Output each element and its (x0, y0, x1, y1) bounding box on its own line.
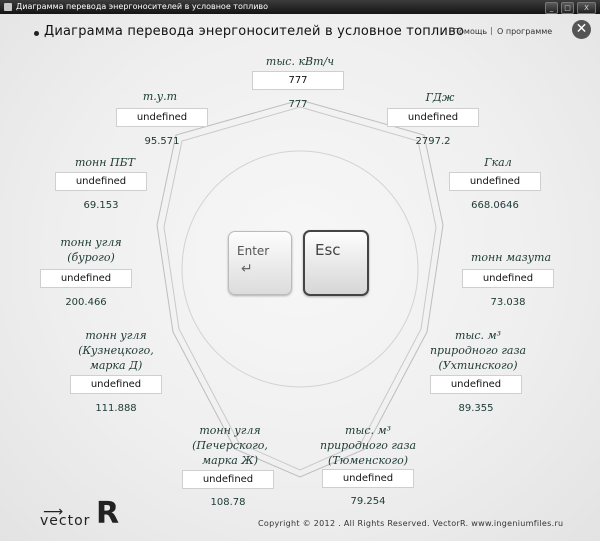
page-title: Диаграмма перевода энергоносителей в усл… (44, 24, 465, 39)
unit-value-gcal: 668.0646 (471, 200, 519, 211)
unit-input-kwh[interactable]: 777 (252, 71, 344, 90)
esc-key-button[interactable] (303, 230, 369, 296)
unit-label-coal-brown: тонн угля (бурого) (60, 236, 122, 264)
unit-input-coal-brown[interactable]: undefined (40, 269, 132, 288)
enter-key-label: Enter (237, 244, 270, 258)
unit-value-pbt: 69.153 (83, 200, 119, 211)
unit-input-gcal[interactable]: undefined (449, 172, 541, 191)
unit-value-fuel-oil: 73.038 (490, 297, 526, 308)
copyright-text: Copyright © 2012 . All Rights Reserved. … (258, 519, 564, 528)
unit-label-coal-kuznetsk: тонн угля (Кузнецкого, марка Д) (78, 329, 154, 372)
unit-value-gas-tyumen: 79.254 (350, 496, 386, 507)
unit-value-kwh: 777 (288, 99, 308, 110)
unit-input-coal-pechora[interactable]: undefined (182, 470, 274, 489)
unit-input-pbt[interactable]: undefined (55, 172, 147, 191)
unit-input-gj[interactable]: undefined (387, 108, 479, 127)
help-link[interactable]: Помощь (453, 27, 487, 36)
logo-r: R (96, 496, 120, 531)
inner-polygon (163, 106, 437, 471)
unit-value-coal-pechora: 108.78 (210, 497, 246, 508)
main-area: Диаграмма перевода энергоносителей в усл… (0, 14, 600, 541)
unit-value-coal-brown: 200.466 (65, 297, 107, 308)
about-link[interactable]: О программе (497, 27, 552, 36)
unit-input-gas-ukhta[interactable]: undefined (430, 375, 522, 394)
unit-label-gas-ukhta: тыс. м³ природного газа (Ухтинского) (429, 329, 527, 372)
close-icon[interactable]: ✕ (572, 20, 591, 39)
window-close-button[interactable]: X (577, 2, 596, 14)
unit-value-tut: 95.571 (144, 136, 180, 147)
maximize-button[interactable]: □ (561, 2, 574, 14)
unit-label-tut: т.у.т (142, 90, 178, 103)
unit-value-coal-kuznetsk: 111.888 (95, 403, 137, 414)
title-bullet (34, 31, 39, 36)
app-icon (4, 3, 12, 11)
app-window: Диаграмма перевода энергоносителей в усл… (0, 0, 600, 541)
unit-label-fuel-oil: тонн мазута (470, 251, 552, 264)
enter-arrow-icon: ↵ (241, 261, 253, 277)
unit-label-coal-pechora: тонн угля (Печерского, марка Ж) (192, 424, 268, 467)
enter-key-button[interactable] (228, 231, 292, 295)
unit-value-gj: 2797.2 (415, 136, 451, 147)
minimize-button[interactable]: _ (545, 2, 558, 14)
window-titlebar[interactable]: Диаграмма перевода энергоносителей в усл… (0, 0, 600, 14)
unit-input-fuel-oil[interactable]: undefined (462, 269, 554, 288)
outer-polygon (156, 99, 444, 478)
unit-label-pbt: тонн ПБТ (74, 156, 136, 169)
center-circle (181, 150, 419, 388)
link-separator: | (490, 26, 493, 35)
logo-text: vector (40, 513, 91, 529)
unit-input-gas-tyumen[interactable]: undefined (322, 469, 414, 488)
unit-label-gcal: Гкал (484, 156, 512, 169)
unit-value-gas-ukhta: 89.355 (458, 403, 494, 414)
window-title: Диаграмма перевода энергоносителей в усл… (16, 2, 268, 11)
unit-input-tut[interactable]: undefined (116, 108, 208, 127)
esc-key-label: Esc (315, 241, 341, 259)
unit-label-gj: ГДж (425, 91, 455, 104)
unit-label-kwh: тыс. кВт/ч (265, 55, 335, 68)
unit-input-coal-kuznetsk[interactable]: undefined (70, 375, 162, 394)
unit-label-gas-tyumen: тыс. м³ природного газа (Тюменского) (319, 424, 417, 467)
